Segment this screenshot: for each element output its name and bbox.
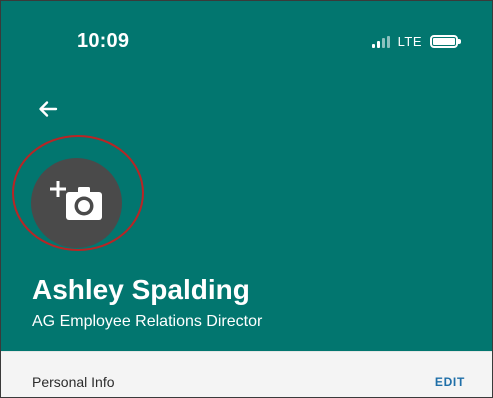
profile-name: Ashley Spalding [32, 274, 250, 305]
personal-info-section-header: Personal Info EDIT [1, 351, 492, 397]
network-type-label: LTE [397, 34, 422, 49]
edit-button[interactable]: EDIT [435, 375, 465, 389]
add-photo-button[interactable] [31, 158, 122, 248]
signal-bars-icon [371, 35, 390, 48]
arrow-left-icon [39, 101, 58, 117]
add-photo-camera-icon [49, 181, 102, 220]
back-button[interactable] [35, 96, 61, 122]
profile-header: 10:09 LTE Ashley Spalding AG Employee Re… [1, 1, 492, 351]
section-title: Personal Info [32, 374, 115, 390]
status-bar-indicators: LTE [371, 34, 461, 49]
screen-frame: 10:09 LTE Ashley Spalding AG Employee Re… [0, 0, 493, 398]
profile-role: AG Employee Relations Director [32, 313, 263, 330]
battery-icon [430, 35, 461, 48]
status-bar-time: 10:09 [77, 30, 130, 52]
